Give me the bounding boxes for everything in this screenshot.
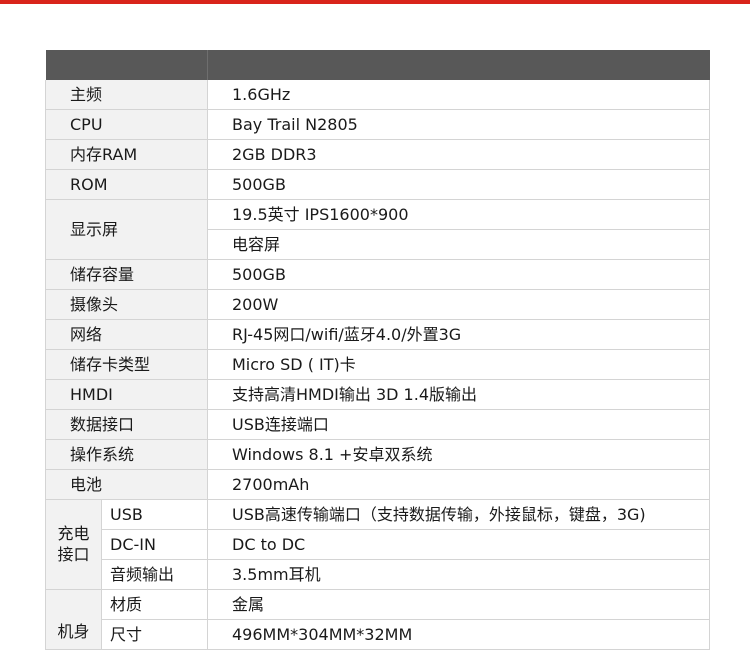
- table-row: 摄像头 200W: [45, 289, 710, 320]
- row-label: ROM: [45, 169, 208, 200]
- header-cell-value: [207, 50, 710, 80]
- table-row: 主频 1.6GHz: [45, 80, 710, 110]
- row-label: 储存容量: [45, 259, 208, 290]
- row-value: 200W: [207, 289, 710, 320]
- row-label: 摄像头: [45, 289, 208, 320]
- row-value: Bay Trail N2805: [207, 109, 710, 140]
- row-value: 金属: [207, 589, 710, 620]
- row-value: 3.5mm耳机: [207, 559, 710, 590]
- row-label: CPU: [45, 109, 208, 140]
- group-label-charging-port: 充电 接口: [45, 499, 102, 590]
- row-value: USB连接端口: [207, 409, 710, 440]
- table-row: 储存卡类型 Micro SD ( IT)卡: [45, 349, 710, 380]
- row-label: 数据接口: [45, 409, 208, 440]
- row-value: 2GB DDR3: [207, 139, 710, 170]
- row-value: 19.5英寸 IPS1600*900: [207, 199, 710, 230]
- table-row: 充电 接口 USB USB高速传输端口（支持数据传输，外接鼠标，键盘，3G): [45, 499, 710, 590]
- table-row: DC-IN DC to DC: [46, 529, 710, 560]
- table-row: 数据接口 USB连接端口: [45, 409, 710, 440]
- row-value: 496MM*304MM*32MM: [207, 619, 710, 650]
- row-label: HMDI: [45, 379, 208, 410]
- table-row: 显示屏 19.5英寸 IPS1600*900: [45, 199, 710, 260]
- table-row: 操作系统 Windows 8.1 +安卓双系统: [45, 439, 710, 470]
- table-row: 电池 2700mAh: [45, 469, 710, 500]
- table-row: 网络 RJ-45网口/wifi/蓝牙4.0/外置3G: [45, 319, 710, 350]
- row-value: USB高速传输端口（支持数据传输，外接鼠标，键盘，3G): [207, 499, 710, 530]
- row-label: 操作系统: [45, 439, 208, 470]
- row-label: 内存RAM: [45, 139, 208, 170]
- table-row: 机身 材质 金属: [45, 589, 710, 650]
- row-value: 500GB: [207, 169, 710, 200]
- row-label: 网络: [45, 319, 208, 350]
- table-row: 内存RAM 2GB DDR3: [45, 139, 710, 170]
- row-value: 2700mAh: [207, 469, 710, 500]
- row-sublabel: 尺寸: [101, 619, 208, 650]
- row-value: RJ-45网口/wifi/蓝牙4.0/外置3G: [207, 319, 710, 350]
- table-row: ROM 500GB: [45, 169, 710, 200]
- table-row: 音频输出 3.5mm耳机: [46, 559, 710, 590]
- top-accent-rule: [0, 0, 750, 4]
- spec-table: 主频 1.6GHz CPU Bay Trail N2805 内存RAM 2GB …: [45, 50, 710, 650]
- group-label-line: 充电: [57, 523, 90, 543]
- row-label: 储存卡类型: [45, 349, 208, 380]
- row-value: 500GB: [207, 259, 710, 290]
- group-label-body: 机身: [45, 589, 102, 650]
- row-sublabel: DC-IN: [101, 529, 208, 560]
- row-value: 1.6GHz: [207, 80, 710, 110]
- table-header: [45, 50, 710, 80]
- row-value: 电容屏: [207, 229, 710, 260]
- row-value: DC to DC: [207, 529, 710, 560]
- row-value: 支持高清HMDI输出 3D 1.4版输出: [207, 379, 710, 410]
- header-cell-label: [45, 50, 208, 80]
- table-row: 尺寸 496MM*304MM*32MM: [46, 619, 710, 650]
- row-value: Windows 8.1 +安卓双系统: [207, 439, 710, 470]
- row-label: 主频: [45, 80, 208, 110]
- row-value: Micro SD ( IT)卡: [207, 349, 710, 380]
- row-label: 电池: [45, 469, 208, 500]
- table-row: CPU Bay Trail N2805: [45, 109, 710, 140]
- row-sublabel: 材质: [101, 589, 208, 620]
- row-sublabel: USB: [101, 499, 208, 530]
- table-row: HMDI 支持高清HMDI输出 3D 1.4版输出: [45, 379, 710, 410]
- row-label: 显示屏: [45, 199, 208, 260]
- row-sublabel: 音频输出: [101, 559, 208, 590]
- group-label-line: 接口: [57, 544, 90, 564]
- table-row: 储存容量 500GB: [45, 259, 710, 290]
